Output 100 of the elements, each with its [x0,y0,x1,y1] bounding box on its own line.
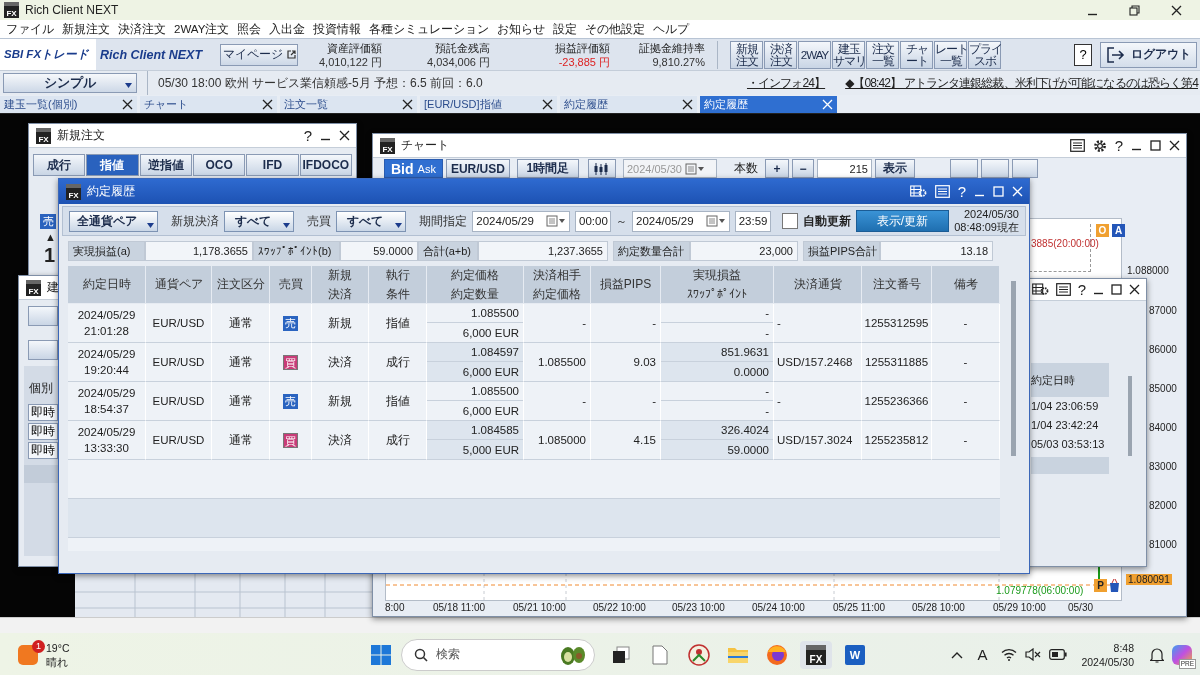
browser-icon[interactable] [765,643,788,666]
pair-dropdown[interactable]: EUR/USD [445,159,510,178]
time-field[interactable]: 23:59 [734,210,771,232]
word-icon[interactable]: W [844,644,865,665]
chevron-up-icon[interactable] [951,650,964,659]
bell-icon[interactable] [1150,646,1164,663]
menu-item[interactable]: 新規注文 [62,21,110,37]
mypage-button[interactable]: マイページ [220,43,298,66]
news-link[interactable]: ・インフォ24】 [746,74,826,92]
spreadsheet-icon[interactable] [1069,139,1085,152]
input-method-indicator[interactable]: A [977,646,988,663]
minus-button[interactable]: − [791,159,814,178]
chart-marker[interactable]: A [1112,224,1125,237]
folder-icon[interactable] [726,645,749,664]
close-icon[interactable] [682,99,693,110]
tab[interactable]: 注文一覧 [280,96,417,113]
menu-item[interactable]: ファイル [6,21,54,37]
tab[interactable]: チャート [140,96,277,113]
toolbar-button[interactable] [28,340,58,360]
menu-item[interactable]: 2WAY注文 [174,21,230,37]
restore-icon[interactable] [1129,4,1140,16]
order-type-tab[interactable]: OCO [193,154,246,176]
task-view-icon[interactable] [610,644,631,665]
help-button[interactable]: ? [1114,138,1123,153]
emblem-icon[interactable] [687,643,710,666]
maximize-icon[interactable] [1111,284,1122,295]
taskbar-app-button[interactable]: FX [799,640,832,669]
position-marker[interactable]: P [1094,579,1107,592]
clock-time[interactable]: 8:48 [1113,640,1134,655]
scrollbar[interactable] [1128,376,1132,456]
menu-item[interactable]: 決済注文 [118,21,166,37]
toolbar-button[interactable] [28,306,58,326]
pair-dropdown[interactable]: 全通貨ペア [69,210,158,232]
speaker-muted-icon[interactable] [1025,648,1042,661]
menu-item[interactable]: お知らせ [497,21,546,37]
type-dropdown[interactable]: すべて [223,210,295,232]
close-icon[interactable] [1169,140,1180,151]
basket-icon[interactable] [1110,579,1119,592]
search-field[interactable]: 検索 [401,638,596,671]
menu-item[interactable]: 投資情報 [313,21,362,37]
close-icon[interactable] [542,99,553,110]
toolbar-button[interactable]: チャ ート [900,40,933,69]
wifi-icon[interactable] [1001,648,1018,661]
toolbar-button[interactable]: プライ スボ [968,40,1001,69]
table-settings-icon[interactable] [909,185,927,198]
help-button[interactable]: ? [1074,43,1092,66]
menu-item[interactable]: ヘルプ [653,21,690,37]
spreadsheet-icon[interactable] [1055,283,1071,296]
toolbar-button[interactable]: 注文 一覧 [866,40,899,69]
side-dropdown[interactable]: すべて [336,210,407,232]
help-button[interactable]: ? [1077,282,1086,297]
close-icon[interactable] [339,130,350,141]
order-type-tab[interactable]: 指値 [86,154,139,176]
scrollbar[interactable] [1011,281,1016,456]
period-dropdown[interactable]: 1時間足 [516,159,579,178]
close-icon[interactable] [122,99,133,110]
refresh-button[interactable]: 表示/更新 [855,210,950,232]
order-type-tab[interactable]: 逆指値 [139,154,192,176]
document-icon[interactable] [651,644,668,665]
time-field[interactable]: 00:00 [575,210,611,232]
toolbar-button[interactable]: レート 一覧 [934,40,967,69]
date-field[interactable]: 2024/05/29 [632,210,730,232]
weather-icon[interactable] [18,644,38,665]
chart-type-button[interactable] [587,159,616,178]
show-button[interactable]: 表示 [874,159,915,178]
toolbar-button[interactable]: 決済 注文 [764,40,797,69]
menu-item[interactable]: 設定 [553,21,578,37]
action-button[interactable]: 即時 [28,404,58,421]
checkbox[interactable] [781,213,798,229]
order-type-tab[interactable]: IFD [246,154,299,176]
tab[interactable]: 約定履歴 [560,96,697,113]
date-field[interactable]: 2024/05/29 [472,210,570,232]
table-settings-icon[interactable] [1031,283,1049,296]
close-icon[interactable] [1171,4,1182,16]
help-button[interactable]: ? [957,184,966,199]
menu-item[interactable]: 照会 [237,21,262,37]
count-field[interactable]: 215 [816,159,872,178]
order-type-tab[interactable]: IFDOCO [299,154,352,176]
action-button[interactable]: 即時 [28,423,58,440]
settings-icon[interactable] [1092,138,1107,153]
plus-button[interactable]: + [764,159,789,178]
menu-item[interactable]: その他設定 [585,21,646,37]
news-link[interactable]: ◆【08:42】 アトランタ連銀総裁、米利下げが可能になるのは恐らく第4 [845,74,1198,92]
calendar-icon[interactable] [705,215,726,227]
tab[interactable]: 約定履歴 [700,96,837,113]
close-icon[interactable] [1129,284,1140,295]
calendar-icon[interactable] [546,215,566,227]
close-icon[interactable] [262,99,273,110]
maximize-icon[interactable] [1150,140,1161,151]
tab[interactable]: [EUR/USD]指値 [420,96,557,113]
order-type-tab[interactable]: 成行 [33,154,86,176]
close-icon[interactable] [402,99,413,110]
menu-item[interactable]: 入出金 [269,21,306,37]
battery-icon[interactable] [1049,649,1068,660]
action-button[interactable]: 即時 [28,442,58,459]
help-button[interactable]: ? [303,128,312,143]
toolbar-button[interactable]: 2WAY [798,40,831,69]
clock-date[interactable]: 2024/05/30 [1081,654,1134,669]
tab[interactable]: 建玉一覧(個別) [0,96,137,113]
windows-icon[interactable] [371,644,392,665]
